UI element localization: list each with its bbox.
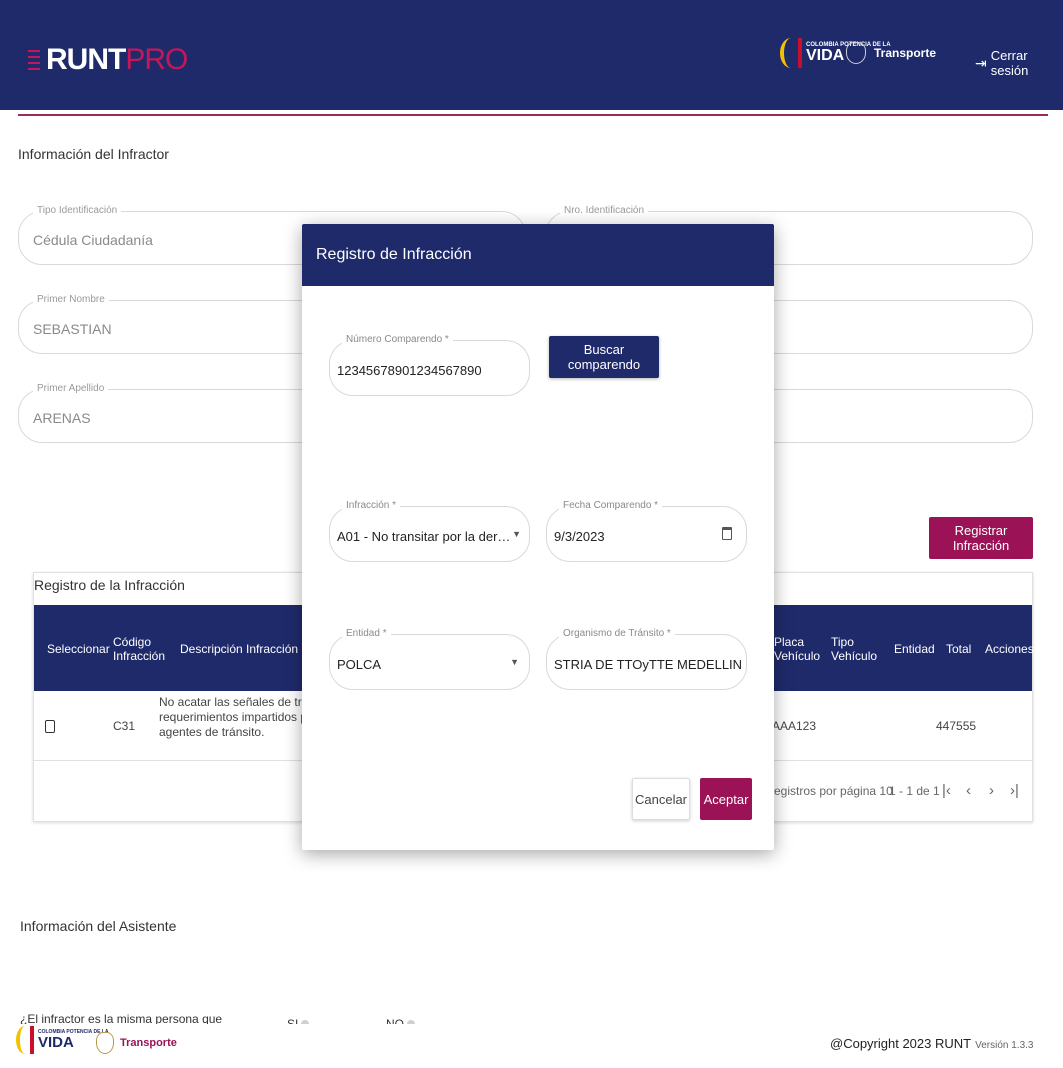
brand-pro: PRO xyxy=(125,43,188,76)
pager-range: 1 - 1 de 1 xyxy=(889,784,940,798)
infraccion-value: A01 - No transitar por la derecha ... xyxy=(337,529,513,544)
row-total: 447555 xyxy=(936,719,977,733)
modal-title: Registro de Infracción xyxy=(316,246,472,263)
entidad-label: Entidad * xyxy=(342,628,391,639)
numero-comparendo-label: Número Comparendo * xyxy=(342,334,453,345)
registro-card-title: Registro de la Infracción xyxy=(34,577,185,593)
col-codigo: Código Infracción xyxy=(113,635,166,663)
pager-prev-icon[interactable]: ‹ xyxy=(966,782,971,799)
primer-nombre-label: Primer Nombre xyxy=(33,294,109,305)
fecha-comparendo-field[interactable]: Fecha Comparendo * 9/3/2023 xyxy=(546,500,747,562)
page-footer: COLOMBIA POTENCIA DE LA VIDA Transporte … xyxy=(0,1024,1063,1068)
col-seleccionar: Seleccionar xyxy=(47,642,110,656)
col-descripcion: Descripción Infracción xyxy=(180,642,299,656)
fecha-comparendo-label: Fecha Comparendo * xyxy=(559,500,663,511)
col-placa: Placa Vehículo xyxy=(774,635,821,663)
infraccion-dropdown-icon: ▼ xyxy=(512,529,521,539)
calendar-icon[interactable] xyxy=(722,527,732,540)
col-tipo: Tipo Vehículo xyxy=(831,635,878,663)
row-descripcion-2: requerimientos impartidos po xyxy=(159,710,314,724)
entidad-value: POLCA xyxy=(337,657,382,672)
entidad-select[interactable]: Entidad * POLCA ▼ xyxy=(329,628,530,690)
infraccion-label: Infracción * xyxy=(342,500,401,511)
seal-icon xyxy=(846,42,866,64)
header-divider xyxy=(18,114,1048,116)
cancel-button[interactable]: Cancelar xyxy=(632,778,690,820)
footer-seal-icon xyxy=(96,1032,114,1054)
copyright: @Copyright 2023 RUNT Versión 1.3.3 xyxy=(830,1036,1033,1051)
primer-apellido-value: ARENAS xyxy=(33,410,91,426)
pager-last-icon[interactable]: ›| xyxy=(1010,782,1019,799)
buscar-comparendo-button[interactable]: Buscar comparendo xyxy=(549,336,659,378)
row-descripcion-1: No acatar las señales de tráns xyxy=(159,695,322,709)
row-descripcion-3: agentes de tránsito. xyxy=(159,725,265,739)
logout-label: Cerrar sesión xyxy=(990,48,1029,78)
col-total: Total xyxy=(946,642,972,656)
colombia-mark-icon xyxy=(780,38,802,68)
primer-nombre-value: SEBASTIAN xyxy=(33,321,112,337)
infraccion-select[interactable]: Infracción * A01 - No transitar por la d… xyxy=(329,500,530,562)
pager-per-page[interactable]: registros por página 10 xyxy=(770,784,893,798)
modal-header: Registro de Infracción xyxy=(302,224,774,286)
nro-identificacion-label: Nro. Identificación xyxy=(560,205,649,216)
top-header: RUNT PRO COLOMBIA POTENCIA DE LA VIDA Tra… xyxy=(0,0,1063,110)
entidad-dropdown-icon: ▼ xyxy=(510,657,519,667)
row-select-checkbox[interactable] xyxy=(45,720,55,733)
footer-colombia-logo: COLOMBIA POTENCIA DE LA VIDA xyxy=(16,1026,108,1054)
menu-icon[interactable] xyxy=(28,50,40,70)
footer-transporte-label: Transporte xyxy=(120,1037,177,1049)
organismo-transito-field[interactable]: Organismo de Tránsito * STRIA DE TTOyTTE… xyxy=(546,628,747,690)
transporte-logo: Transporte xyxy=(846,42,936,64)
footer-colombia-mark-icon xyxy=(16,1026,34,1054)
asistente-section-title: Información del Asistente xyxy=(20,918,177,934)
tipo-identificacion-value: Cédula Ciudadanía xyxy=(33,232,153,248)
transporte-label: Transporte xyxy=(874,46,937,60)
col-entidad: Entidad xyxy=(894,642,935,656)
primer-apellido-label: Primer Apellido xyxy=(33,383,109,394)
organismo-transito-label: Organismo de Tránsito * xyxy=(559,628,675,639)
numero-comparendo-field[interactable]: Número Comparendo * 12345678901234567890 xyxy=(329,334,530,396)
logout-button[interactable]: ⇥ Cerrar sesión xyxy=(975,48,1063,78)
row-placa: AAA123 xyxy=(772,719,817,733)
runtpro-logo: RUNT PRO xyxy=(28,40,188,80)
registro-infraccion-modal: Registro de Infracción Número Comparendo… xyxy=(302,224,774,850)
tipo-identificacion-label: Tipo Identificación xyxy=(33,205,122,216)
brand-runt: RUNT xyxy=(46,43,126,76)
version-text: Versión 1.3.3 xyxy=(975,1040,1034,1051)
pager-next-icon[interactable]: › xyxy=(989,782,994,799)
col-acciones: Acciones xyxy=(985,642,1034,656)
accept-button[interactable]: Aceptar xyxy=(700,778,752,820)
fecha-comparendo-value: 9/3/2023 xyxy=(554,529,605,544)
footer-transporte-logo: Transporte xyxy=(96,1032,177,1054)
copyright-text: @Copyright 2023 RUNT xyxy=(830,1036,972,1051)
infractor-section-title: Información del Infractor xyxy=(18,146,169,162)
logout-icon: ⇥ xyxy=(975,54,987,71)
pager-first-icon[interactable]: |‹ xyxy=(942,782,951,799)
organismo-transito-value: STRIA DE TTOyTTE MEDELLIN xyxy=(554,657,743,672)
row-codigo: C31 xyxy=(113,719,136,733)
numero-comparendo-value: 12345678901234567890 xyxy=(337,363,482,378)
registrar-infraccion-button[interactable]: Registrar Infracción xyxy=(929,517,1033,559)
